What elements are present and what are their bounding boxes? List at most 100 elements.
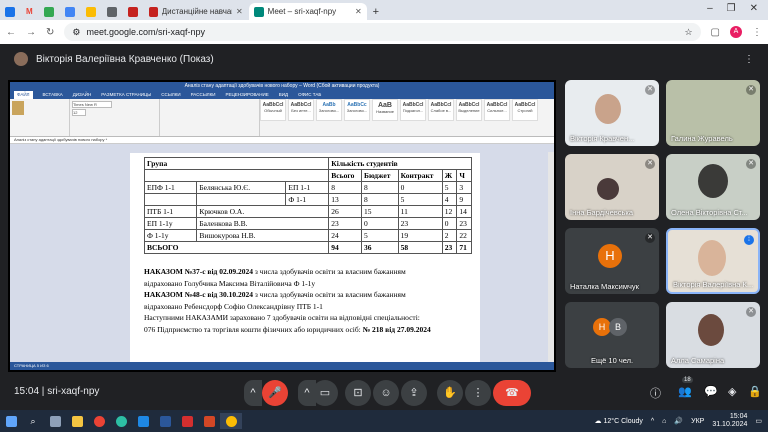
close-tab-icon[interactable]: ✕ <box>236 7 243 16</box>
language-indicator[interactable]: УКР <box>691 418 704 425</box>
volume-icon[interactable]: 🔊 <box>674 417 683 425</box>
chat-icon[interactable]: 💬 <box>704 385 718 398</box>
screen-share: Аналіз стану адаптації здобувачів нового… <box>8 80 556 372</box>
task-view-icon[interactable] <box>44 413 66 429</box>
paste-icon[interactable] <box>12 101 24 115</box>
vertical-scrollbar[interactable] <box>548 152 554 362</box>
ribbon-tab[interactable]: ВСТАВКА <box>43 91 63 99</box>
style-item[interactable]: AaBbCc Заголово... <box>344 99 370 121</box>
style-item[interactable]: AaBbCcI Обычный <box>260 99 286 121</box>
network-icon[interactable]: ⌂ <box>662 418 666 425</box>
present-button[interactable]: ⇪ <box>401 380 427 406</box>
browser-tab[interactable] <box>60 3 80 20</box>
close-icon[interactable]: ✕ <box>750 3 758 17</box>
browser-tab[interactable] <box>123 3 143 20</box>
host-controls-icon[interactable]: 🔒 <box>748 385 762 398</box>
url-bar[interactable]: ⚙ meet.google.com/sri-xaqf-npy ☆ <box>64 23 701 41</box>
table-cell: Вишокурова Н.В. <box>196 229 330 242</box>
extensions-icon[interactable]: ▢ <box>711 27 720 38</box>
captions-button[interactable]: ⊡ <box>345 380 371 406</box>
new-tab-button[interactable]: + <box>368 3 384 20</box>
bookmark-star-icon[interactable]: ☆ <box>684 27 692 38</box>
start-button[interactable] <box>0 413 22 429</box>
edge-icon[interactable] <box>110 413 132 429</box>
ribbon-tab[interactable]: ССЫЛКИ <box>161 91 180 99</box>
camera-toggle-button[interactable]: ▭ <box>312 380 338 406</box>
activities-icon[interactable]: ◈ <box>728 385 736 398</box>
style-item[interactable]: AaBbCcI Подзагол... <box>400 99 426 121</box>
minimize-icon[interactable]: – <box>707 3 713 17</box>
table-cell: 8 <box>328 181 362 194</box>
browser-tab[interactable] <box>81 3 101 20</box>
powerpoint-icon[interactable] <box>198 413 220 429</box>
participant-tile[interactable]: Н ✕ Наталка Максимчук <box>565 228 659 294</box>
participant-tile[interactable]: ✕ Галина Журавель <box>666 80 760 146</box>
menu-icon[interactable]: ⋮ <box>752 27 762 38</box>
mic-toggle-button[interactable]: 🎤 <box>262 380 288 406</box>
file-explorer-icon[interactable] <box>66 413 88 429</box>
maximize-icon[interactable]: ❐ <box>727 3 736 17</box>
table-cell: 5 <box>360 229 399 242</box>
font-size-select[interactable]: 12 <box>72 109 86 116</box>
search-icon[interactable]: ⌕ <box>22 413 44 429</box>
word-icon[interactable] <box>154 413 176 429</box>
ribbon-tab[interactable]: ВИД <box>279 91 288 99</box>
participant-tile-active-speaker[interactable]: ⁞ Вікторія Валеріївна К... <box>666 228 760 294</box>
forward-icon[interactable]: → <box>26 27 36 38</box>
participant-tile[interactable]: ✕ Вікторія Кравчен... <box>565 80 659 146</box>
ribbon-tab[interactable]: РАССЫЛКИ <box>191 91 216 99</box>
browser-tab[interactable]: Дистанційне навчання в ВСП✕ <box>144 3 248 20</box>
reload-icon[interactable]: ↻ <box>46 27 54 38</box>
ribbon-tab[interactable]: РЕЦЕНЗИРОВАНИЕ <box>226 91 269 99</box>
document-page: Група Кількість студентів Всього Бюджет … <box>130 153 480 370</box>
browser-tab[interactable]: M <box>21 3 38 20</box>
browser-tab-active[interactable]: Meet – sri-xaqf-npy ✕ <box>248 3 367 20</box>
people-icon[interactable]: 👥 <box>678 385 692 398</box>
chrome-icon[interactable] <box>88 413 110 429</box>
close-tab-icon[interactable]: ✕ <box>355 7 362 16</box>
store-icon[interactable] <box>132 413 154 429</box>
style-item[interactable]: AaBbCcI Без инте... <box>288 99 314 121</box>
chrome-active-icon[interactable] <box>220 413 242 429</box>
more-options-icon[interactable]: ⋮ <box>744 54 754 65</box>
pdf-icon[interactable] <box>176 413 198 429</box>
ribbon-tab[interactable]: ФАЙЛ <box>14 91 33 99</box>
tray-expand-icon[interactable]: ^ <box>651 418 654 425</box>
reactions-button[interactable]: ☺ <box>373 380 399 406</box>
site-info-icon[interactable]: ⚙ <box>72 27 80 38</box>
browser-tab[interactable] <box>102 3 122 20</box>
table-cell: ПТБ 1-1 <box>143 205 198 218</box>
style-item[interactable]: AaBbCcI Сильное... <box>484 99 510 121</box>
style-item[interactable]: AaBbCcI Слабое в... <box>428 99 454 121</box>
leave-call-button[interactable]: ☎ <box>493 380 531 406</box>
table-header-cell: Всього <box>328 169 362 182</box>
clock[interactable]: 15:04 31.10.2024 <box>712 413 747 429</box>
ribbon-tab[interactable]: РАЗМЕТКА СТРАНИЦЫ <box>101 91 151 99</box>
font-name-select[interactable]: Times New R <box>72 101 112 108</box>
document-tab[interactable]: Аналіз стану адаптації здобувачів нового… <box>10 137 554 144</box>
mic-options-button[interactable]: ^ <box>244 380 262 406</box>
raise-hand-button[interactable]: ✋ <box>437 380 463 406</box>
table-header-cell: Бюджет <box>360 169 399 182</box>
table-cell: ЕП 1-1 <box>285 181 330 194</box>
more-options-button[interactable]: ⋮ <box>465 380 491 406</box>
style-item[interactable]: AaBbCcI Выделение <box>456 99 482 121</box>
browser-tab[interactable] <box>0 3 20 20</box>
notification-icon[interactable]: ▭ <box>755 417 762 425</box>
info-icon[interactable]: ⓘ <box>650 385 661 401</box>
participant-tile[interactable]: ✕ Олена Вікторівна Ст... <box>666 154 760 220</box>
style-item[interactable]: AaBbCcI Строгий <box>512 99 538 121</box>
profile-avatar[interactable]: А <box>730 26 742 38</box>
weather-widget[interactable]: ☁ 12°C Cloudy <box>595 417 643 425</box>
participant-tile[interactable]: ✕ Інна Бардічевська <box>565 154 659 220</box>
style-item[interactable]: AaBb Заголово... <box>316 99 342 121</box>
back-icon[interactable]: ← <box>6 27 16 38</box>
table-cell: 71 <box>456 241 472 254</box>
style-item[interactable]: AaB Название <box>372 99 398 121</box>
more-participants-tile[interactable]: Н В Ещё 10 чел. <box>565 302 659 368</box>
participant-tile[interactable]: ✕ Алла Самаріна <box>666 302 760 368</box>
ribbon-tab[interactable]: ОФИС ТАБ <box>298 91 321 99</box>
table-cell: 24 <box>328 229 362 242</box>
ribbon-tab[interactable]: ДИЗАЙН <box>73 91 92 99</box>
browser-tab[interactable] <box>39 3 59 20</box>
